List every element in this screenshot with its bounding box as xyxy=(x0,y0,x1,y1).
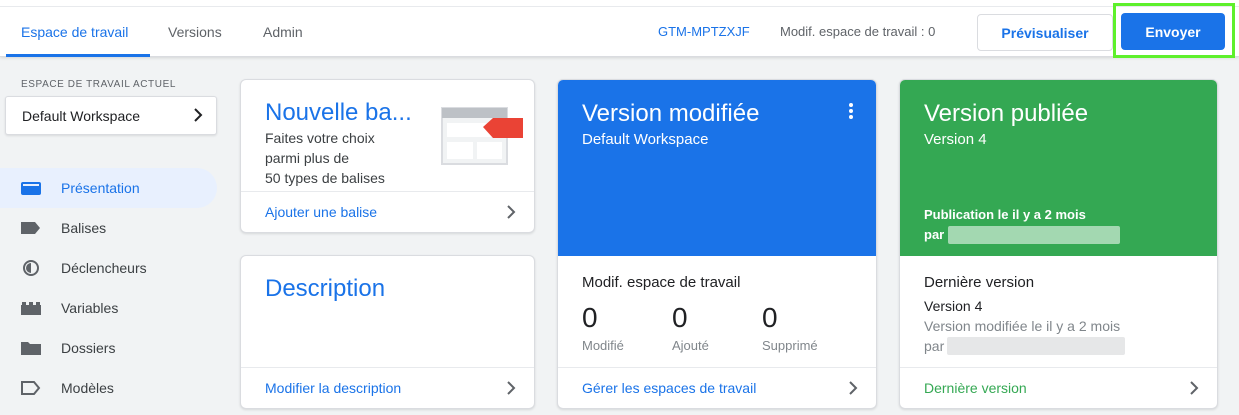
latest-version-by-label: par xyxy=(924,338,945,354)
tab-versions[interactable]: Versions xyxy=(168,24,222,40)
manage-workspaces-link[interactable]: Gérer les espaces de travail xyxy=(582,380,756,396)
deleted-label: Supprimé xyxy=(762,338,818,353)
redacted-modifier xyxy=(947,337,1125,355)
modified-version-footer[interactable]: Gérer les espaces de travail xyxy=(558,367,876,408)
template-icon xyxy=(21,381,41,395)
variables-icon xyxy=(21,302,41,315)
sidebar-item-folders[interactable]: Dossiers xyxy=(0,328,217,368)
sidebar-item-label: Balises xyxy=(61,220,107,236)
modified-version-header: Version modifiée Default Workspace xyxy=(558,80,876,256)
chevron-right-icon xyxy=(507,205,516,219)
more-vert-icon[interactable] xyxy=(847,102,855,120)
redacted-publisher xyxy=(948,226,1120,244)
added-label: Ajouté xyxy=(672,338,709,353)
sidebar-item-triggers[interactable]: Déclencheurs xyxy=(0,248,217,288)
published-version-number: Version 4 xyxy=(924,131,987,148)
sidebar-item-label: Modèles xyxy=(61,380,114,396)
modified-count: 0 xyxy=(582,302,598,333)
modified-label: Modifié xyxy=(582,338,624,353)
chevron-right-icon xyxy=(194,108,203,122)
sidebar-item-label: Déclencheurs xyxy=(61,260,147,276)
new-tag-footer[interactable]: Ajouter une balise xyxy=(241,191,534,232)
sidebar-item-tags[interactable]: Balises xyxy=(0,208,217,248)
published-version-header: Version publiée Version 4 Publication le… xyxy=(900,80,1217,256)
workspace-changes-title: Modif. espace de travail xyxy=(582,274,741,291)
latest-version-number: Version 4 xyxy=(924,298,983,314)
submit-button[interactable]: Envoyer xyxy=(1121,13,1225,50)
modified-version-card: Version modifiée Default Workspace Modif… xyxy=(557,79,877,409)
folder-icon xyxy=(21,342,41,355)
sidebar-item-label: Variables xyxy=(61,300,119,316)
new-tag-description-line: parmi plus de xyxy=(265,150,350,166)
overview-icon xyxy=(21,182,41,195)
workspace-changes-count: Modif. espace de travail : 0 xyxy=(780,24,936,39)
sidebar-item-label: Présentation xyxy=(61,180,140,196)
description-footer[interactable]: Modifier la description xyxy=(241,367,534,408)
top-bar: Espace de travail Versions Admin GTM-MPT… xyxy=(0,0,1239,58)
tab-admin[interactable]: Admin xyxy=(263,24,303,40)
sidebar-item-label: Dossiers xyxy=(61,340,116,356)
modified-version-workspace: Default Workspace xyxy=(582,131,709,148)
new-tag-title: Nouvelle ba... xyxy=(265,99,412,126)
published-date: Publication le il y a 2 mois xyxy=(924,207,1086,222)
workspace-selector[interactable]: Default Workspace xyxy=(5,96,217,135)
description-title: Description xyxy=(265,275,386,302)
added-count: 0 xyxy=(672,302,688,333)
edit-description-link[interactable]: Modifier la description xyxy=(265,380,401,396)
current-workspace-label: ESPACE DE TRAVAIL ACTUEL xyxy=(21,79,177,90)
published-version-footer[interactable]: Dernière version xyxy=(900,367,1217,408)
description-card: Description Modifier la description xyxy=(240,255,535,409)
new-tag-illustration xyxy=(441,107,523,165)
sidebar-item-variables[interactable]: Variables xyxy=(0,288,217,328)
latest-version-link[interactable]: Dernière version xyxy=(924,380,1027,396)
new-tag-description-line: Faites votre choix xyxy=(265,130,375,146)
deleted-count: 0 xyxy=(762,302,778,333)
trigger-icon xyxy=(23,260,39,276)
published-version-title: Version publiée xyxy=(924,100,1089,127)
workspace-name: Default Workspace xyxy=(22,108,141,124)
new-tag-card[interactable]: Nouvelle ba... Faites votre choix parmi … xyxy=(240,79,535,233)
new-tag-description-line: 50 types de balises xyxy=(265,170,385,186)
sidebar-item-overview[interactable]: Présentation xyxy=(0,168,217,208)
tab-workspace[interactable]: Espace de travail xyxy=(21,24,128,40)
preview-button[interactable]: Prévisualiser xyxy=(977,14,1113,51)
chevron-right-icon xyxy=(507,381,516,395)
active-tab-indicator xyxy=(6,54,150,57)
published-by-label: par xyxy=(924,227,945,242)
latest-version-modified: Version modifiée le il y a 2 mois xyxy=(924,318,1121,334)
chevron-right-icon xyxy=(849,381,858,395)
add-tag-link[interactable]: Ajouter une balise xyxy=(265,204,377,220)
top-strip xyxy=(0,0,1239,7)
published-version-card: Version publiée Version 4 Publication le… xyxy=(899,79,1218,409)
tag-icon xyxy=(21,222,40,234)
sidebar-item-templates[interactable]: Modèles xyxy=(0,368,217,408)
container-id-link[interactable]: GTM-MPTZXJF xyxy=(658,24,750,39)
modified-version-title: Version modifiée xyxy=(582,100,760,127)
chevron-right-icon xyxy=(1190,381,1199,395)
latest-version-title: Dernière version xyxy=(924,274,1035,291)
